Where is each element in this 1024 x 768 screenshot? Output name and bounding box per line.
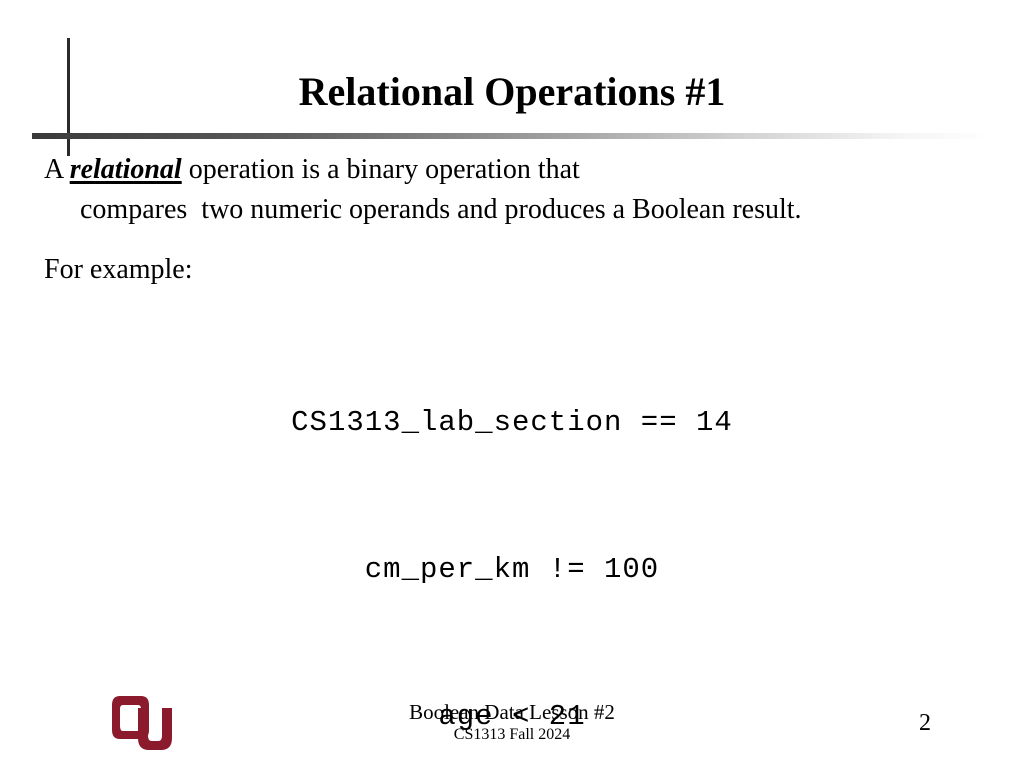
- code-example-line: cm_per_km != 100: [364, 553, 660, 586]
- code-example-line: CS1313_lab_section == 14: [291, 406, 733, 439]
- body-rest-text: operation is a binary operation that: [181, 154, 580, 185]
- page-title: Relational Operations #1: [298, 69, 726, 114]
- body-paragraph-line-1: A relational operation is a binary opera…: [44, 150, 994, 190]
- keyword-relational: relational: [69, 154, 182, 185]
- slide-footer: Boolean Data Lesson #2 CS1313 Fall 2024: [0, 700, 1024, 744]
- page-number: 2: [919, 710, 931, 736]
- body-lead-text: A: [44, 154, 70, 185]
- slide-canvas: Relational Operations #1 A relational op…: [0, 0, 1024, 768]
- body-paragraph: A relational operation is a binary opera…: [44, 150, 994, 230]
- for-example-label: For example:: [44, 254, 193, 285]
- footer-course-term: CS1313 Fall 2024: [453, 726, 571, 743]
- title-horizontal-rule: [32, 133, 992, 139]
- footer-lesson-title: Boolean Data Lesson #2: [409, 700, 615, 724]
- body-paragraph-line-2: compares two numeric operands and produc…: [80, 194, 802, 225]
